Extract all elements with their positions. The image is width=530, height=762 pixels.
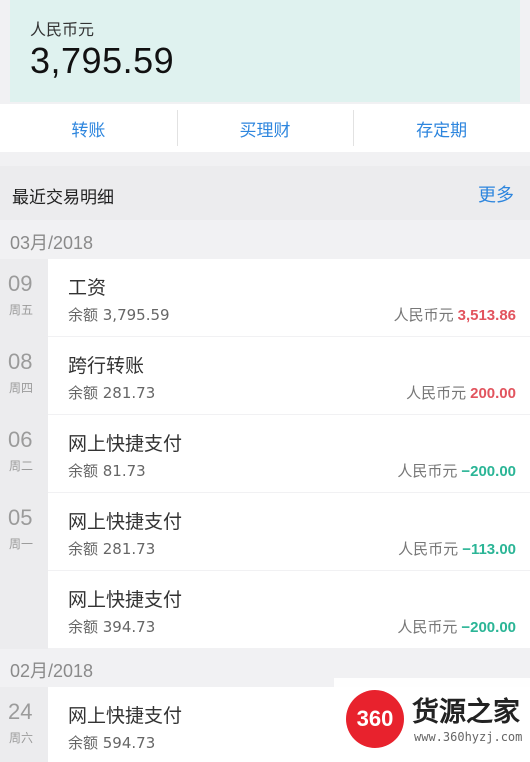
date-column: 24 周六 — [0, 687, 48, 762]
transaction-row[interactable]: 09 周五 工资 余额 3,795.59 人民币元 3,513.86 — [0, 259, 530, 337]
transaction-balance: 余额 3,795.59 — [68, 306, 170, 324]
weekday: 周一 — [9, 537, 34, 551]
transaction-title: 网上快捷支付 — [68, 705, 183, 727]
transaction-amount: 人民币元 −113.00 — [398, 538, 516, 559]
transaction-content: 跨行转账 余额 281.73 人民币元 200.00 — [48, 337, 530, 414]
month-label: 02月/2018 — [10, 661, 94, 681]
watermark-url: www.360hyzj.com — [414, 730, 523, 744]
day-number: 06 — [8, 427, 33, 452]
more-link[interactable]: 更多 — [478, 181, 514, 207]
amount-currency: 人民币元 — [397, 462, 458, 480]
day-number: 24 — [8, 699, 33, 724]
amount-currency: 人民币元 — [393, 306, 454, 324]
day-number: 05 — [8, 505, 33, 530]
weekday: 周六 — [9, 731, 34, 745]
transaction-row[interactable]: 网上快捷支付 余额 394.73 人民币元 −200.00 — [0, 571, 530, 649]
day-number: 08 — [8, 349, 33, 374]
transaction-balance: 余额 594.73 — [68, 734, 156, 752]
date-column: 05 周一 — [0, 493, 48, 571]
transaction-row[interactable]: 05 周一 网上快捷支付 余额 281.73 人民币元 −113.00 — [0, 493, 530, 571]
watermark-name: 货源之家 — [412, 697, 520, 728]
transaction-balance: 余额 81.73 — [68, 462, 146, 480]
transaction-row[interactable]: 08 周四 跨行转账 余额 281.73 人民币元 200.00 — [0, 337, 530, 415]
recent-transactions-header: 最近交易明细 更多 — [0, 166, 530, 220]
amount-currency: 人民币元 — [406, 384, 467, 402]
transaction-title: 网上快捷支付 — [68, 511, 183, 533]
balance-amount: 3,795.59 — [30, 40, 175, 81]
weekday: 周二 — [9, 459, 34, 473]
amount-currency: 人民币元 — [398, 540, 459, 558]
transaction-balance: 余额 394.73 — [68, 618, 156, 636]
transaction-content: 网上快捷支付 余额 281.73 人民币元 −113.00 — [48, 493, 530, 570]
month-header: 03月/2018 — [0, 221, 530, 259]
transaction-title: 工资 — [68, 277, 107, 299]
amount-value: 3,513.86 — [457, 307, 516, 324]
balance-currency: 人民币元 — [30, 20, 95, 39]
day-number: 09 — [8, 271, 33, 296]
transaction-balance: 余额 281.73 — [68, 384, 156, 402]
buy-wealth-button[interactable]: 买理财 — [176, 104, 354, 152]
fixed-deposit-button[interactable]: 存定期 — [353, 104, 530, 152]
transaction-amount: 人民币元 −200.00 — [397, 616, 516, 637]
amount-value: −200.00 — [461, 619, 516, 636]
balance-card: 人民币元 3,795.59 — [10, 0, 520, 102]
transaction-amount: 人民币元 3,513.86 — [394, 304, 516, 325]
amount-value: −113.00 — [462, 541, 516, 558]
transaction-title: 网上快捷支付 — [68, 589, 183, 611]
quick-actions: 转账 买理财 存定期 — [0, 104, 530, 152]
transaction-amount: 人民币元 200.00 — [406, 382, 516, 403]
transaction-title: 跨行转账 — [68, 355, 145, 377]
transaction-content: 网上快捷支付 余额 81.73 人民币元 −200.00 — [48, 415, 530, 492]
transaction-content: 网上快捷支付 余额 394.73 人民币元 −200.00 — [48, 571, 530, 648]
amount-value: 200.00 — [470, 385, 516, 402]
date-column: 09 周五 — [0, 259, 48, 337]
transfer-button[interactable]: 转账 — [0, 104, 177, 152]
date-column: 06 周二 — [0, 415, 48, 493]
transaction-content: 工资 余额 3,795.59 人民币元 3,513.86 — [48, 259, 530, 336]
date-column — [0, 571, 48, 649]
weekday: 周四 — [9, 381, 34, 395]
month-label: 03月/2018 — [10, 233, 94, 253]
watermark: 360 货源之家 www.360hyzj.com — [334, 678, 530, 762]
weekday: 周五 — [9, 303, 34, 317]
transaction-amount: 人民币元 −200.00 — [397, 460, 516, 481]
amount-value: −200.00 — [461, 463, 516, 480]
watermark-logo-icon: 360 — [346, 690, 404, 748]
transaction-row[interactable]: 06 周二 网上快捷支付 余额 81.73 人民币元 −200.00 — [0, 415, 530, 493]
date-column: 08 周四 — [0, 337, 48, 415]
transaction-title: 网上快捷支付 — [68, 433, 183, 455]
recent-transactions-title: 最近交易明细 — [12, 188, 114, 208]
amount-currency: 人民币元 — [397, 618, 458, 636]
transaction-balance: 余额 281.73 — [68, 540, 156, 558]
